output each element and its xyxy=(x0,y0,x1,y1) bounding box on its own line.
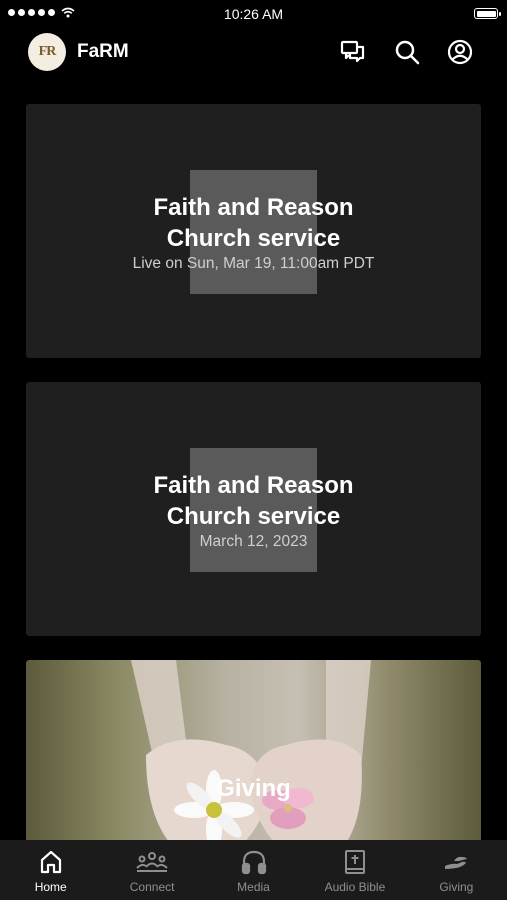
chat-icon[interactable] xyxy=(340,39,366,65)
headphones-icon xyxy=(241,850,266,875)
tab-label: Home xyxy=(34,880,67,894)
tab-giving[interactable]: Giving xyxy=(406,840,507,900)
tab-audio-bible[interactable]: Audio Bible xyxy=(304,840,405,900)
card-text: Faith and Reason Church service March 12… xyxy=(26,470,481,551)
status-time: 10:26 AM xyxy=(223,6,284,22)
battery-icon xyxy=(474,8,501,19)
app-title: FaRM xyxy=(77,41,129,62)
giving-card[interactable]: Giving xyxy=(26,660,481,850)
card-title-line2: Church service xyxy=(166,225,341,252)
avatar-logo-text: FR xyxy=(38,44,57,59)
giving-card-label: Giving xyxy=(216,775,291,802)
bottom-tab-bar: Home Connect Media Audio Bible Giving xyxy=(0,840,507,900)
app-header: FR FaRM xyxy=(0,28,507,78)
people-icon xyxy=(136,852,168,872)
tab-media[interactable]: Media xyxy=(203,840,304,900)
card-text: Faith and Reason Church service Live on … xyxy=(26,192,481,273)
tab-label: Giving xyxy=(439,880,474,894)
tab-label: Audio Bible xyxy=(324,880,386,894)
tab-connect[interactable]: Connect xyxy=(101,840,202,900)
church-logo-avatar[interactable]: FR xyxy=(28,33,66,71)
account-icon[interactable] xyxy=(447,39,473,65)
tab-home[interactable]: Home xyxy=(0,840,101,900)
status-bar: 10:26 AM xyxy=(0,0,507,28)
giving-hand-icon xyxy=(445,856,468,869)
card-subtitle: Live on Sun, Mar 19, 11:00am PDT xyxy=(132,255,375,272)
signal-wifi-group xyxy=(8,7,75,18)
bible-icon xyxy=(344,850,365,874)
search-icon[interactable] xyxy=(394,39,420,65)
church-service-past-card[interactable]: Faith and Reason Church service March 12… xyxy=(26,382,481,636)
hands-with-flowers-image xyxy=(131,660,371,850)
wifi-icon xyxy=(61,7,75,18)
card-title-line2: Church service xyxy=(166,503,341,530)
signal-strength-icon xyxy=(8,9,55,16)
card-subtitle: March 12, 2023 xyxy=(199,533,308,550)
church-service-live-card[interactable]: Faith and Reason Church service Live on … xyxy=(26,104,481,358)
card-title-line1: Faith and Reason xyxy=(153,472,354,499)
tab-label: Connect xyxy=(129,880,175,894)
card-title-line1: Faith and Reason xyxy=(153,194,354,221)
home-icon xyxy=(40,850,61,874)
tab-label: Media xyxy=(237,880,270,894)
